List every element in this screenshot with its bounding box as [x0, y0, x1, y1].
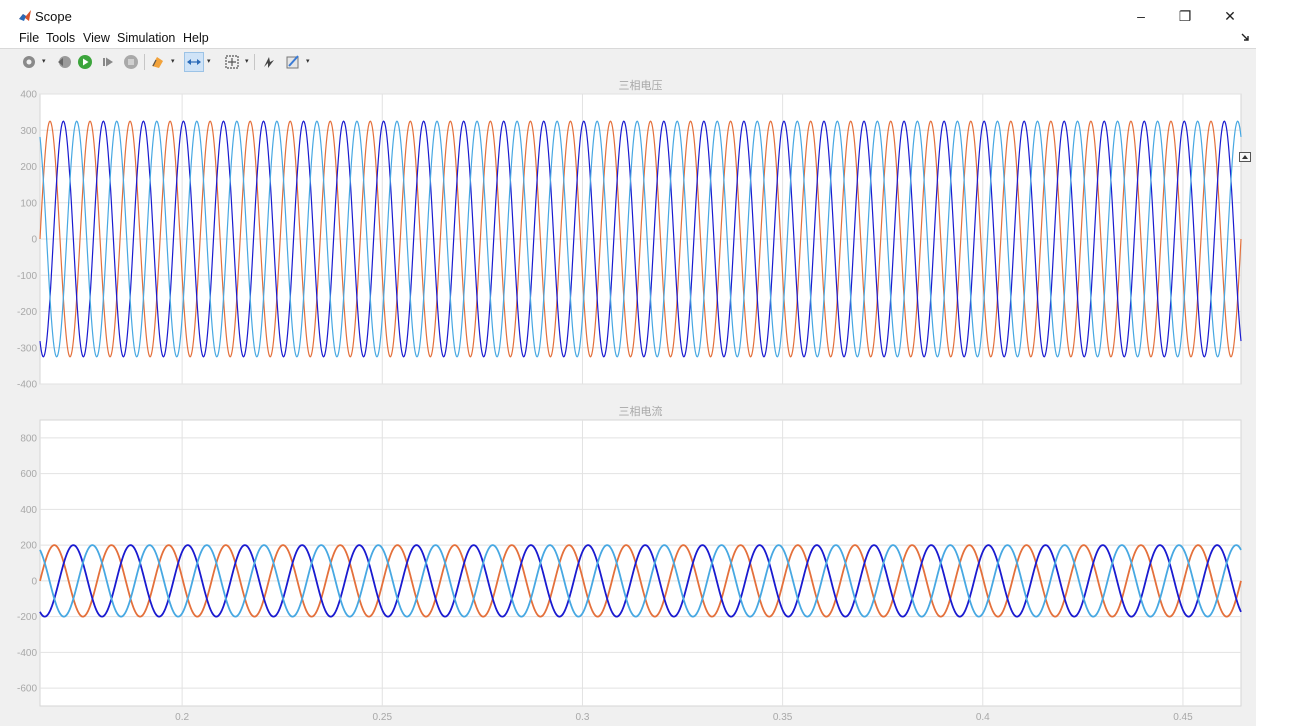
y-tick-label: 400 [20, 90, 37, 101]
fit-to-view-button[interactable] [222, 52, 242, 72]
menu-simulation[interactable]: Simulation [117, 31, 175, 45]
collapse-panel-icon[interactable] [1239, 152, 1251, 162]
style-button[interactable] [283, 52, 303, 72]
dropdown-arrow-icon[interactable]: ▾ [207, 58, 213, 66]
x-tick-label: 0.2 [175, 712, 189, 723]
y-tick-label: 300 [20, 126, 37, 137]
toolbar-separator [144, 54, 145, 70]
settings-button[interactable] [19, 52, 39, 72]
minimize-button[interactable]: – [1121, 4, 1161, 28]
y-tick-label: 0 [31, 235, 37, 246]
y-tick-label: 600 [20, 469, 37, 480]
title-bar: Scope – ❐ ✕ [0, 0, 1256, 30]
y-tick-label: 200 [20, 162, 37, 173]
run-button[interactable] [75, 52, 95, 72]
menu-tools[interactable]: Tools [46, 31, 75, 45]
zoom-button[interactable] [184, 52, 204, 72]
window-title: Scope [35, 9, 72, 24]
run-icon [78, 55, 92, 69]
y-tick-label: -600 [17, 684, 37, 695]
fit-to-view-icon [225, 55, 239, 69]
x-tick-label: 0.25 [373, 712, 393, 723]
y-tick-label: -100 [17, 271, 37, 282]
outside-area [1256, 0, 1305, 726]
dropdown-arrow-icon[interactable]: ▾ [171, 58, 177, 66]
y-tick-label: 200 [20, 541, 37, 552]
highlight-button[interactable] [148, 52, 168, 72]
undock-icon[interactable] [1240, 32, 1250, 42]
y-tick-label: -400 [17, 380, 37, 391]
dropdown-arrow-icon[interactable]: ▾ [306, 58, 312, 66]
zoom-icon [187, 59, 201, 65]
y-tick-label: 800 [20, 433, 37, 444]
step-back-icon [58, 56, 71, 68]
step-back-button[interactable] [54, 52, 74, 72]
plot-area: 400 300 200 100 0 -100 -200 -300 -400 三相电压 800 600 4… [0, 75, 1256, 726]
restore-button[interactable]: ❐ [1165, 4, 1205, 28]
triggers-button[interactable] [259, 52, 279, 72]
scope-plots-svg[interactable]: 400 300 200 100 0 -100 -200 -300 -400 三相电压 800 600 4… [0, 75, 1256, 726]
plot-title: 三相电流 [619, 404, 663, 418]
step-forward-icon [103, 57, 113, 67]
y-tick-label: -400 [17, 648, 37, 659]
menu-bar: File Tools View Simulation Help [0, 30, 1256, 48]
scope-window: Scope – ❐ ✕ File Tools View Simulation H… [0, 0, 1256, 726]
x-tick-label: 0.4 [976, 712, 990, 723]
y-tick-label: -200 [17, 612, 37, 623]
y-tick-label: -300 [17, 343, 37, 354]
plot-title: 三相电压 [619, 79, 663, 92]
axes-background [39, 419, 1242, 707]
step-forward-button[interactable] [98, 52, 118, 72]
stop-icon [124, 55, 138, 69]
x-tick-label: 0.35 [773, 712, 793, 723]
toolbar: ▾ ▾ ▾ ▾ ▾ [0, 48, 1256, 76]
x-tick-label: 0.45 [1173, 712, 1193, 723]
close-icon: ✕ [1224, 7, 1236, 24]
dropdown-arrow-icon[interactable]: ▾ [42, 58, 48, 66]
y-tick-label: 0 [31, 576, 37, 587]
toolbar-separator [254, 54, 255, 70]
style-icon [286, 55, 299, 69]
triggers-icon [264, 57, 274, 68]
y-tick-label: -200 [17, 307, 37, 318]
minimize-icon: – [1137, 8, 1145, 24]
close-button[interactable]: ✕ [1210, 4, 1250, 28]
x-tick-label: 0.3 [575, 712, 589, 723]
highlight-icon [152, 57, 163, 68]
dropdown-arrow-icon[interactable]: ▾ [245, 58, 251, 66]
y-tick-label: 400 [20, 505, 37, 516]
matlab-icon [19, 10, 31, 21]
restore-icon: ❐ [1178, 7, 1192, 24]
menu-help[interactable]: Help [183, 31, 209, 45]
menu-view[interactable]: View [83, 31, 110, 45]
menu-file[interactable]: File [19, 31, 39, 45]
stop-button[interactable] [121, 52, 141, 72]
settings-icon [23, 56, 35, 68]
y-tick-label: 100 [20, 198, 37, 209]
